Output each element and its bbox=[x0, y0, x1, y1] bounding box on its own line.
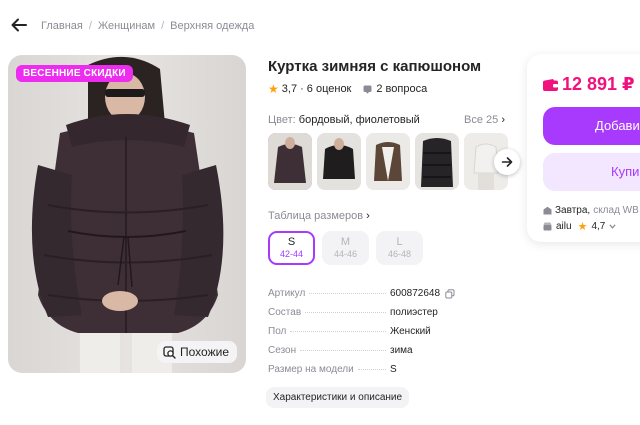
warehouse-icon bbox=[543, 206, 552, 215]
chevron-right-icon: › bbox=[501, 114, 505, 126]
spec-value: Женский bbox=[390, 326, 431, 337]
spec-key: Размер на модели bbox=[268, 364, 354, 375]
breadcrumb-outerwear[interactable]: Верхняя одежда bbox=[170, 20, 254, 32]
rating-row: ★ 3,7 · 6 оценок 2 вопроса bbox=[268, 82, 427, 96]
breadcrumb: Главная / Женщинам / Верхняя одежда bbox=[41, 20, 254, 32]
wallet-icon bbox=[543, 78, 558, 91]
chevron-right-icon: › bbox=[366, 210, 370, 222]
spec-row: Состав полиэстер bbox=[268, 307, 483, 326]
size-selector: S 42-44 M 44-46 L 46-48 bbox=[268, 231, 423, 265]
promo-badge: ВЕСЕННИЕ СКИДКИ bbox=[16, 65, 133, 82]
delivery-day: Завтра, bbox=[555, 205, 591, 216]
size-name: L bbox=[396, 236, 403, 248]
jacket-model-illustration bbox=[31, 56, 224, 373]
copy-icon[interactable] bbox=[445, 288, 455, 299]
size-range: 44-46 bbox=[333, 249, 358, 259]
spec-key: Артикул bbox=[268, 288, 306, 299]
seller-name: ailu bbox=[556, 221, 572, 232]
price-value: 12 891 ₽ bbox=[562, 74, 635, 94]
color-thumbnails bbox=[268, 133, 508, 190]
breadcrumb-women[interactable]: Женщинам bbox=[98, 20, 155, 32]
delivery-info: Завтра, склад WB bbox=[543, 205, 639, 216]
color-value: бордовый, фиолетовый bbox=[298, 114, 420, 126]
description-button[interactable]: Характеристики и описание bbox=[266, 387, 410, 408]
color-thumbnail[interactable] bbox=[268, 133, 312, 190]
size-table-label: Таблица размеров bbox=[268, 210, 364, 222]
color-label-text: Цвет: bbox=[268, 114, 296, 126]
spec-key: Состав bbox=[268, 307, 302, 318]
shop-icon bbox=[543, 222, 552, 231]
all-colors-link[interactable]: Все 25 › bbox=[464, 114, 505, 126]
seller-rating: 4,7 bbox=[591, 221, 606, 232]
delivery-place: склад WB bbox=[593, 205, 639, 216]
spec-value-article: 600872648 bbox=[390, 288, 441, 299]
question-bubble-icon bbox=[363, 85, 372, 94]
all-colors-label: Все 25 bbox=[464, 114, 499, 126]
star-icon: ★ bbox=[577, 221, 588, 233]
size-table-link[interactable]: Таблица размеров › bbox=[268, 210, 370, 222]
seller-info[interactable]: ailu ★ 4,7 bbox=[543, 220, 617, 233]
breadcrumb-separator: / bbox=[161, 20, 165, 32]
product-main-photo[interactable]: ВЕСЕННИЕ СКИДКИ Похожие bbox=[8, 55, 246, 373]
arrow-right-icon bbox=[501, 157, 513, 167]
buy-now-button[interactable]: Купи bbox=[543, 153, 640, 191]
spec-row: Пол Женский bbox=[268, 326, 483, 345]
size-option-m[interactable]: M 44-46 bbox=[322, 231, 369, 265]
size-option-l[interactable]: L 46-48 bbox=[376, 231, 423, 265]
spec-key: Сезон bbox=[268, 345, 297, 356]
spec-value: полиэстер bbox=[390, 307, 438, 318]
color-label: Цвет: бордовый, фиолетовый bbox=[268, 114, 420, 126]
spec-value: зима bbox=[390, 345, 413, 356]
price: 12 891 ₽ bbox=[543, 74, 635, 95]
breadcrumb-home[interactable]: Главная bbox=[41, 20, 83, 32]
size-name: M bbox=[340, 236, 351, 248]
spec-row: Размер на модели S bbox=[268, 364, 483, 383]
color-thumbnail[interactable] bbox=[366, 133, 410, 190]
spec-list: Артикул 600872648 Состав полиэстер Пол Ж… bbox=[268, 288, 483, 383]
image-search-icon bbox=[163, 345, 176, 359]
add-to-cart-button[interactable]: Добави bbox=[543, 107, 640, 145]
spec-value: S bbox=[390, 364, 397, 375]
spec-row: Сезон зима bbox=[268, 345, 483, 364]
questions-link[interactable]: 2 вопроса bbox=[376, 83, 427, 95]
reviews-count[interactable]: · 6 оценок bbox=[300, 83, 351, 95]
color-thumbnail[interactable] bbox=[317, 133, 361, 190]
similar-label: Похожие bbox=[180, 345, 229, 359]
back-arrow-icon[interactable] bbox=[10, 16, 28, 34]
breadcrumb-separator: / bbox=[88, 20, 92, 32]
size-range: 42-44 bbox=[279, 249, 304, 259]
color-thumbnail[interactable] bbox=[415, 133, 459, 190]
product-title: Куртка зимняя с капюшоном bbox=[268, 58, 482, 75]
buy-card: 12 891 ₽ Добави Купи Завтра, склад WB ai… bbox=[527, 54, 640, 242]
chevron-down-icon bbox=[609, 224, 617, 229]
spec-row: Артикул 600872648 bbox=[268, 288, 483, 307]
star-icon: ★ bbox=[268, 82, 279, 96]
similar-button[interactable]: Похожие bbox=[157, 341, 237, 363]
spec-key: Пол bbox=[268, 326, 287, 337]
rating-value[interactable]: 3,7 bbox=[282, 83, 297, 95]
thumbnails-next-button[interactable] bbox=[494, 149, 520, 175]
size-range: 46-48 bbox=[387, 249, 412, 259]
size-name: S bbox=[287, 236, 296, 248]
size-option-s[interactable]: S 42-44 bbox=[268, 231, 315, 265]
